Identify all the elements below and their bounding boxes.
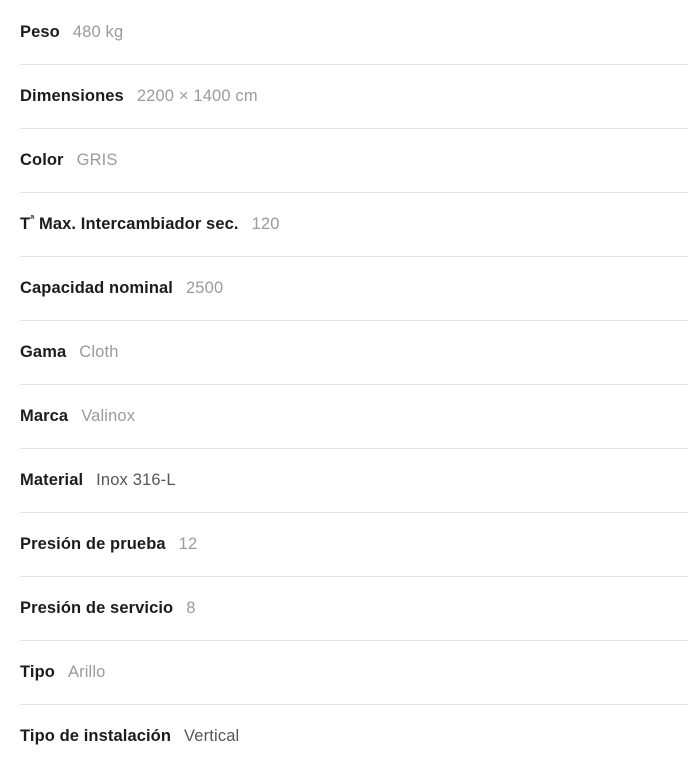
spec-value: GRIS [76,151,118,169]
spec-value: 12 [178,535,198,553]
spec-label: Gama [20,343,67,361]
spec-label: Tipo de instalación [20,727,172,745]
spec-label: Material [20,471,84,489]
spec-label: Presión de prueba [20,535,166,553]
spec-label: Marca [20,407,69,425]
spec-value: 480 kg [72,22,124,41]
spec-label: Tipo [20,663,55,681]
spec-value: Inox 316-L [96,471,176,489]
spec-value: 8 [186,599,196,617]
table-row: Tipo Arillo [20,640,688,704]
table-row: Material Inox 316-L [20,448,688,512]
table-row: Dimensiones 2200 × 1400 cm [20,64,688,128]
table-row: Tª Max. Intercambiador sec. 120 [20,192,688,256]
table-row: Gama Cloth [20,320,688,384]
spec-value: Cloth [79,343,119,361]
spec-label: Color [20,151,64,169]
table-row: Marca Valinox [20,384,688,448]
spec-value: 120 [251,215,280,233]
spec-value: Vertical [184,727,240,745]
table-row: Tipo de instalación Vertical [20,704,688,768]
table-row: Peso 480 kg [20,0,688,64]
spec-value: Valinox [81,407,136,425]
specifications-table: Peso 480 kg Dimensiones 2200 × 1400 cm C… [0,0,688,768]
spec-value: Arillo [67,663,106,681]
spec-label: Peso [20,22,60,41]
spec-value: 2500 [185,279,224,297]
table-row: Color GRIS [20,128,688,192]
table-row: Presión de servicio 8 [20,576,688,640]
spec-label: Dimensiones [20,87,124,105]
table-row: Capacidad nominal 2500 [20,256,688,320]
table-row: Presión de prueba 12 [20,512,688,576]
spec-label: Presión de servicio [20,599,174,617]
spec-label: Capacidad nominal [20,279,173,297]
spec-value: 2200 × 1400 cm [136,87,258,105]
spec-label: Tª Max. Intercambiador sec. [20,213,239,233]
